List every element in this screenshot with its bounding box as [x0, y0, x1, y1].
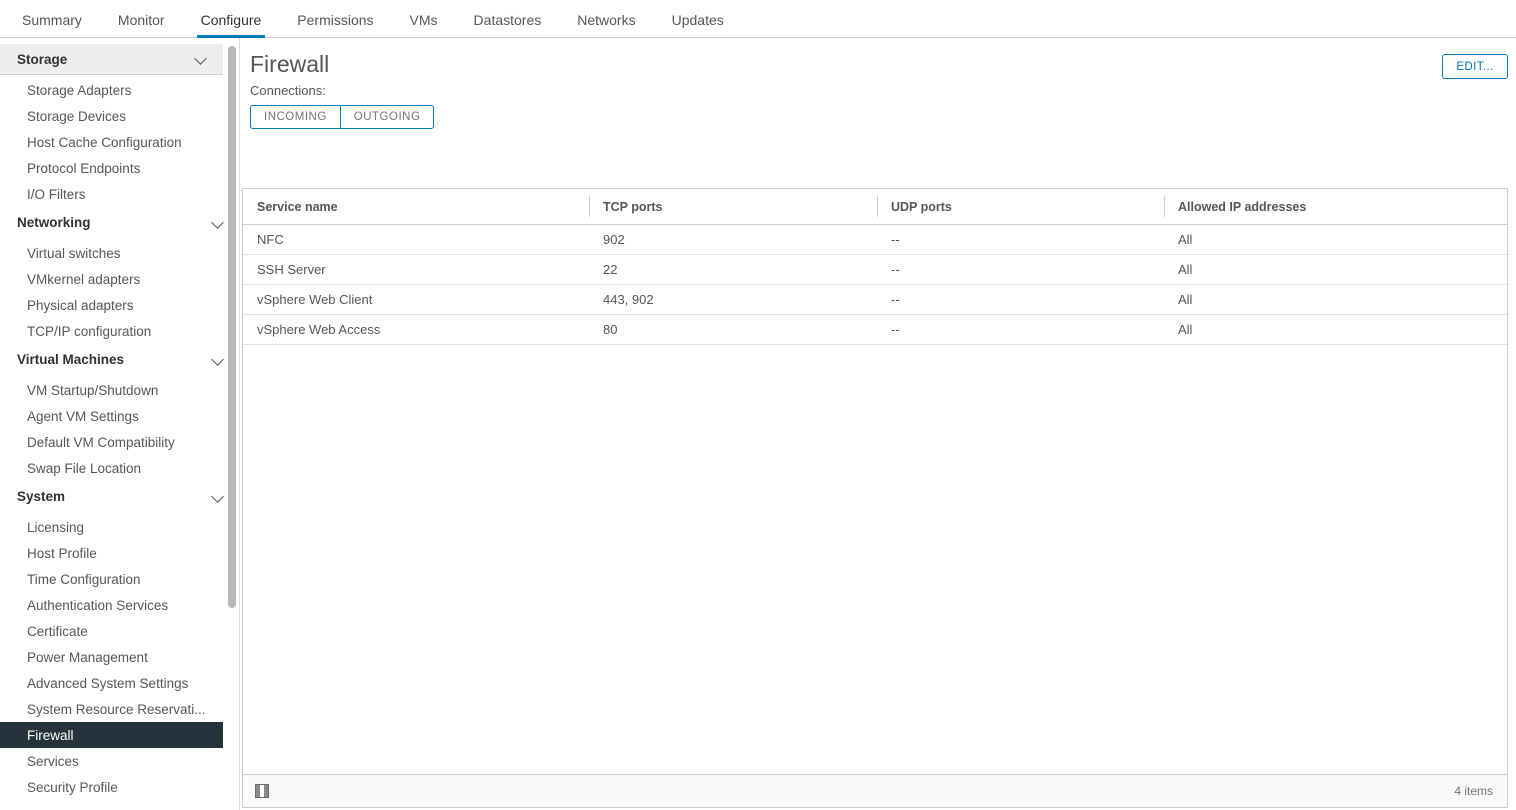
sidebar-scroll-area: Storage Storage Adapters Storage Devices Ho… — [0, 38, 239, 810]
cell-tcp: 443, 902 — [603, 292, 654, 307]
page-title: Firewall — [250, 51, 330, 77]
sidebar-item-storage-devices[interactable]: Storage Devices — [0, 103, 223, 129]
sidebar-item-host-profile[interactable]: Host Profile — [0, 540, 223, 566]
item-count-label: 4 items — [1454, 784, 1493, 798]
sidebar-item-power-management[interactable]: Power Management — [0, 644, 223, 670]
edit-button[interactable]: EDIT... — [1442, 54, 1508, 79]
cell-udp: -- — [891, 232, 900, 247]
table-row[interactable]: NFC 902 -- All — [243, 225, 1507, 255]
cell-tcp: 80 — [603, 322, 618, 337]
sidebar-scrollbar-thumb[interactable] — [228, 46, 236, 608]
sidebar-item-certificate[interactable]: Certificate — [0, 618, 223, 644]
sidebar-item-default-vm-compatibility[interactable]: Default VM Compatibility — [0, 429, 223, 455]
sidebar-item-tcp-ip-configuration[interactable]: TCP/IP configuration — [0, 318, 223, 344]
connections-incoming-button[interactable]: INCOMING — [250, 105, 340, 129]
sidebar-item-vm-startup-shutdown[interactable]: VM Startup/Shutdown — [0, 377, 223, 403]
nav-group-virtual-machines[interactable]: Virtual Machines — [0, 344, 239, 375]
cell-ips: All — [1178, 262, 1193, 277]
chevron-down-icon — [212, 217, 224, 229]
sidebar-item-host-cache-configuration[interactable]: Host Cache Configuration — [0, 129, 223, 155]
cell-service: SSH Server — [257, 262, 326, 277]
sidebar-item-protocol-endpoints[interactable]: Protocol Endpoints — [0, 155, 223, 181]
sidebar-item-agent-vm-settings[interactable]: Agent VM Settings — [0, 403, 223, 429]
page-header: Firewall EDIT... — [250, 38, 1508, 79]
tab-monitor[interactable]: Monitor — [100, 13, 183, 37]
main-content: Firewall EDIT... Connections: INCOMING OU… — [240, 38, 1516, 810]
tab-summary[interactable]: Summary — [4, 13, 100, 37]
firewall-table: Service name TCP ports UDP ports Allowed IP… — [242, 188, 1508, 774]
nav-group-label: Networking — [17, 215, 91, 230]
column-header-service-name[interactable]: Service name — [243, 189, 589, 224]
tab-permissions[interactable]: Permissions — [279, 13, 391, 37]
cell-service: NFC — [257, 232, 284, 247]
nav-group-networking[interactable]: Networking — [0, 207, 239, 238]
column-header-tcp-ports[interactable]: TCP ports — [589, 189, 877, 224]
split-panel-icon[interactable] — [255, 784, 269, 798]
nav-group-storage[interactable]: Storage — [0, 44, 223, 75]
sidebar-item-i-o-filters[interactable]: I/O Filters — [0, 181, 223, 207]
tab-configure[interactable]: Configure — [183, 13, 280, 38]
column-header-allowed-ip-addresses[interactable]: Allowed IP addresses — [1164, 189, 1507, 224]
sidebar-item-storage-adapters[interactable]: Storage Adapters — [0, 77, 223, 103]
page-body: Storage Storage Adapters Storage Devices Ho… — [0, 38, 1516, 810]
cell-ips: All — [1178, 232, 1193, 247]
connections-outgoing-button[interactable]: OUTGOING — [339, 105, 435, 129]
tab-vms[interactable]: VMs — [392, 13, 456, 37]
sidebar-item-services[interactable]: Services — [0, 748, 223, 774]
connections-toggle-group: INCOMING OUTGOING — [250, 105, 1508, 129]
table-row[interactable]: SSH Server 22 -- All — [243, 255, 1507, 285]
cell-udp: -- — [891, 292, 900, 307]
column-header-udp-ports[interactable]: UDP ports — [877, 189, 1164, 224]
tab-datastores[interactable]: Datastores — [456, 13, 560, 37]
table-row[interactable]: vSphere Web Client 443, 902 -- All — [243, 285, 1507, 315]
table-header-row: Service name TCP ports UDP ports Allowed IP… — [243, 189, 1507, 225]
chevron-down-icon — [212, 491, 224, 503]
sidebar-item-security-profile[interactable]: Security Profile — [0, 774, 223, 800]
cell-udp: -- — [891, 262, 900, 277]
cell-service: vSphere Web Access — [257, 322, 381, 337]
cell-ips: All — [1178, 322, 1193, 337]
sidebar-item-authentication-services[interactable]: Authentication Services — [0, 592, 223, 618]
cell-udp: -- — [891, 322, 900, 337]
sidebar-item-system-resource-reservati[interactable]: System Resource Reservati... — [0, 696, 223, 722]
table-footer: 4 items — [242, 774, 1508, 808]
tab-updates[interactable]: Updates — [654, 13, 742, 37]
sidebar-item-virtual-switches[interactable]: Virtual switches — [0, 240, 223, 266]
cell-tcp: 902 — [603, 232, 625, 247]
nav-group-label: Storage — [17, 51, 68, 67]
table-empty-space — [243, 345, 1507, 774]
sidebar-item-advanced-system-settings[interactable]: Advanced System Settings — [0, 670, 223, 696]
sidebar-item-firewall[interactable]: Firewall — [0, 722, 223, 748]
cell-ips: All — [1178, 292, 1193, 307]
table-row[interactable]: vSphere Web Access 80 -- All — [243, 315, 1507, 345]
chevron-down-icon — [195, 53, 207, 65]
sidebar-item-physical-adapters[interactable]: Physical adapters — [0, 292, 223, 318]
nav-group-label: Virtual Machines — [17, 352, 125, 367]
chevron-down-icon — [212, 354, 224, 366]
sidebar-item-licensing[interactable]: Licensing — [0, 514, 223, 540]
connections-label: Connections: — [250, 83, 326, 98]
sidebar-item-time-configuration[interactable]: Time Configuration — [0, 566, 223, 592]
sidebar-item-swap-file-location[interactable]: Swap File Location — [0, 455, 223, 481]
nav-group-system[interactable]: System — [0, 481, 239, 512]
sidebar-item-vmkernel-adapters[interactable]: VMkernel adapters — [0, 266, 223, 292]
nav-group-label: System — [17, 489, 66, 504]
main-tab-bar: Summary Monitor Configure Permissions VMs Dat… — [0, 0, 1516, 38]
configure-sidebar: Storage Storage Adapters Storage Devices Ho… — [0, 38, 240, 810]
table-body: NFC 902 -- All SSH Server 22 -- All vSphere Web … — [243, 225, 1507, 345]
tab-networks[interactable]: Networks — [559, 13, 653, 37]
cell-tcp: 22 — [603, 262, 618, 277]
cell-service: vSphere Web Client — [257, 292, 373, 307]
